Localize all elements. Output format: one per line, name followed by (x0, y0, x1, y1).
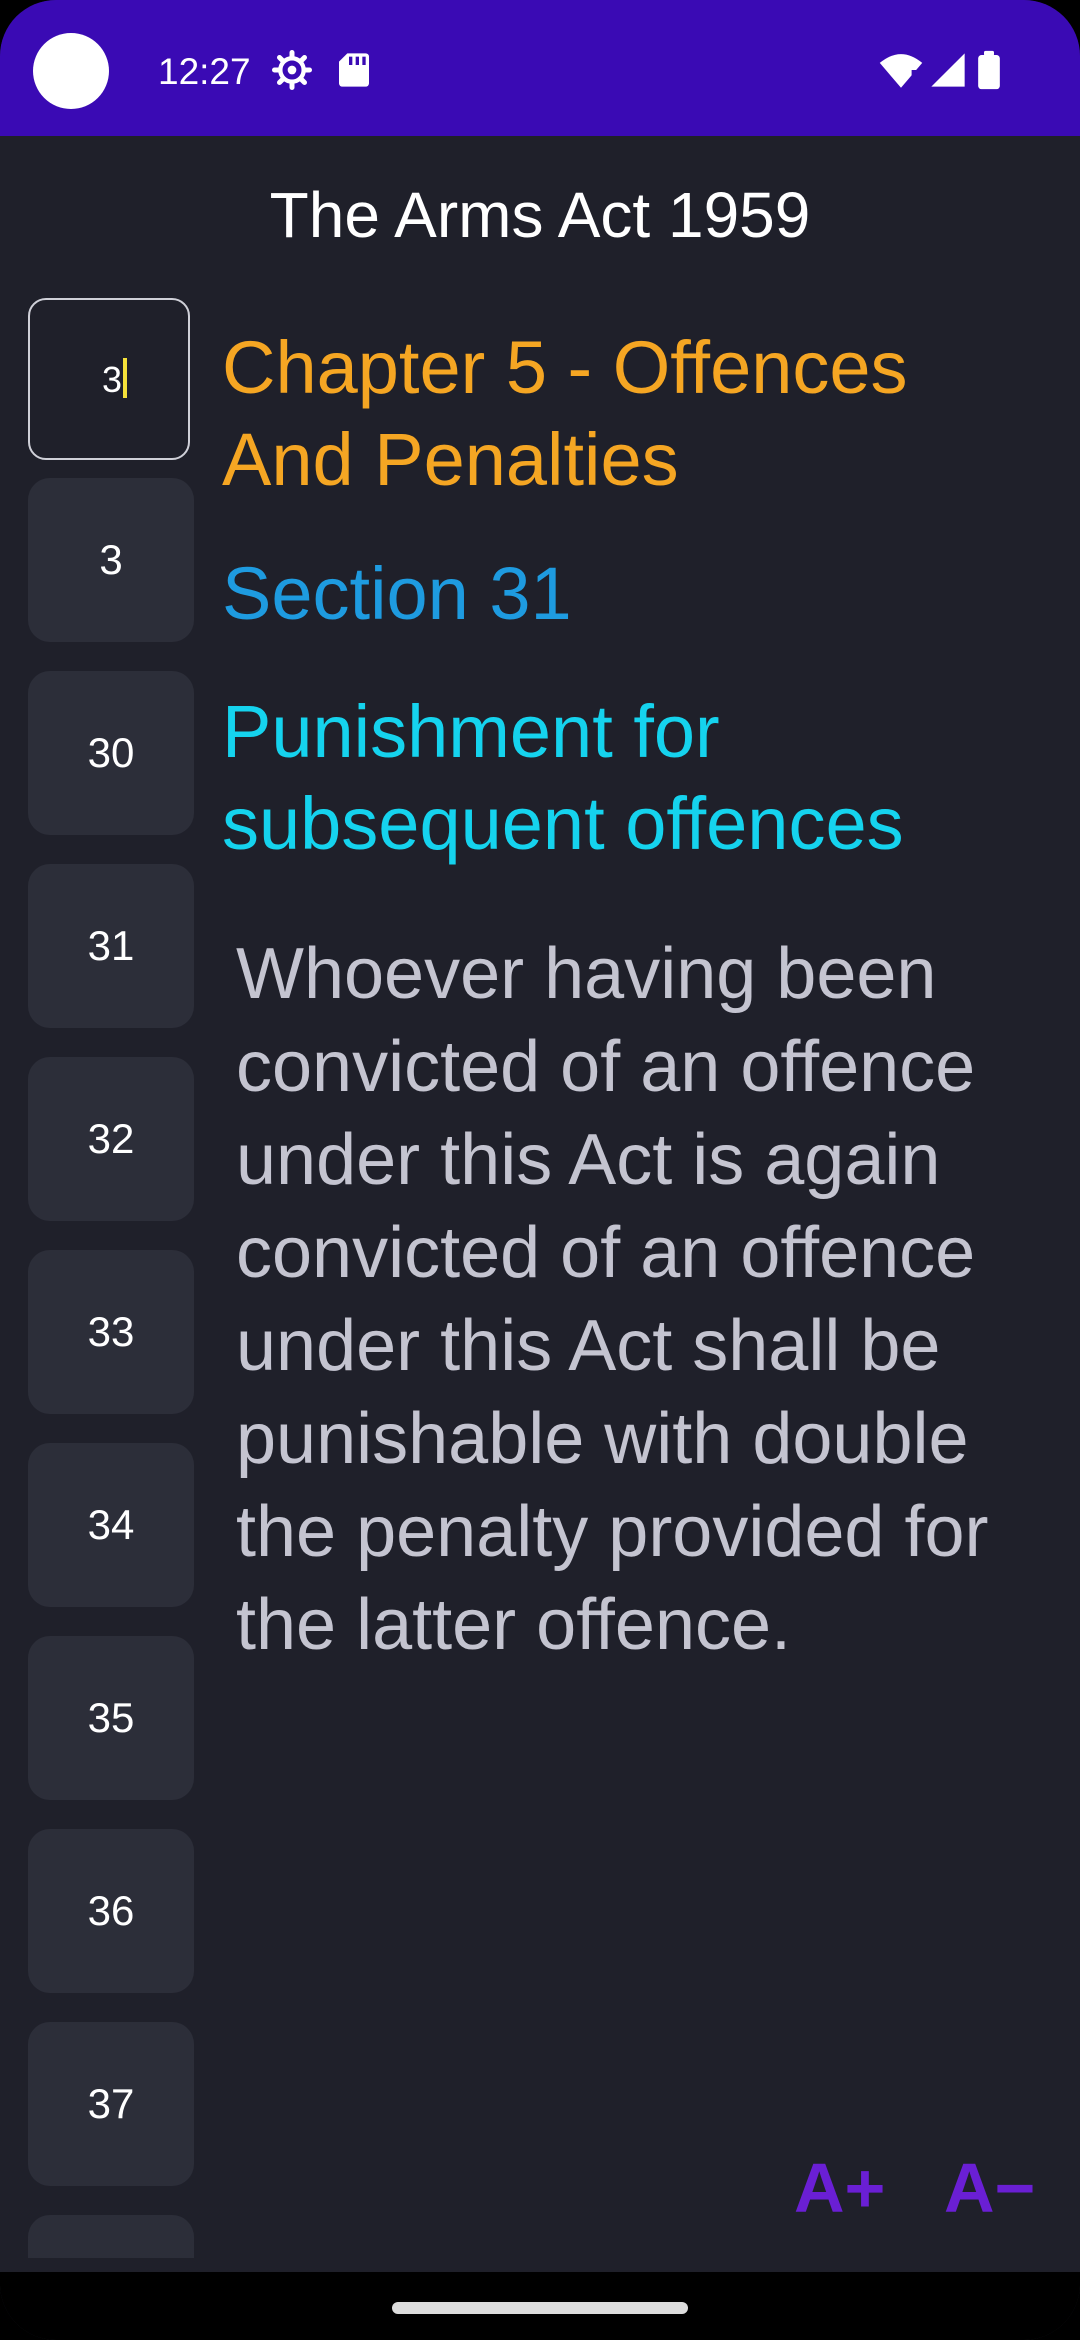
app-screen: 12:27 The Arms Act 1959 3 3 30 31 32 33 … (0, 0, 1080, 2340)
section-list-item[interactable]: 3 (28, 478, 194, 642)
sd-card-icon (339, 53, 369, 87)
section-list-item[interactable] (28, 2215, 194, 2258)
wifi-icon (879, 54, 923, 88)
home-gesture-handle[interactable] (392, 2302, 688, 2314)
section-list-item[interactable]: 34 (28, 1443, 194, 1607)
section-list-item[interactable]: 35 (28, 1636, 194, 1800)
section-title: Section 31 (222, 552, 572, 635)
section-list-item[interactable]: 37 (28, 2022, 194, 2186)
section-list-item[interactable]: 31 (28, 864, 194, 1028)
status-time: 12:27 (158, 51, 251, 92)
increase-font-button[interactable]: A+ (794, 2148, 885, 2228)
signal-icon (931, 53, 965, 87)
section-list[interactable]: 3 3 30 31 32 33 34 35 36 37 (28, 298, 194, 2258)
section-list-item[interactable]: 30 (28, 671, 194, 835)
section-search-input[interactable]: 3 (28, 298, 190, 460)
decrease-font-button[interactable]: A− (944, 2148, 1035, 2228)
settings-icon (272, 50, 312, 90)
section-list-item[interactable]: 33 (28, 1250, 194, 1414)
battery-icon (978, 50, 1000, 90)
camera-cutout (33, 33, 109, 109)
text-cursor (123, 358, 128, 398)
chapter-title: Chapter 5 - Offences And Penalties (222, 326, 908, 501)
section-list-item[interactable]: 32 (28, 1057, 194, 1221)
section-body-text: Whoever having been convicted of an offe… (236, 934, 989, 1665)
status-bar: 12:27 (0, 0, 1080, 136)
section-list-item[interactable]: 36 (28, 1829, 194, 1993)
section-search-value: 3 (102, 359, 123, 400)
section-heading: Punishment for subsequent offences (222, 690, 904, 865)
page-title: The Arms Act 1959 (269, 179, 811, 251)
